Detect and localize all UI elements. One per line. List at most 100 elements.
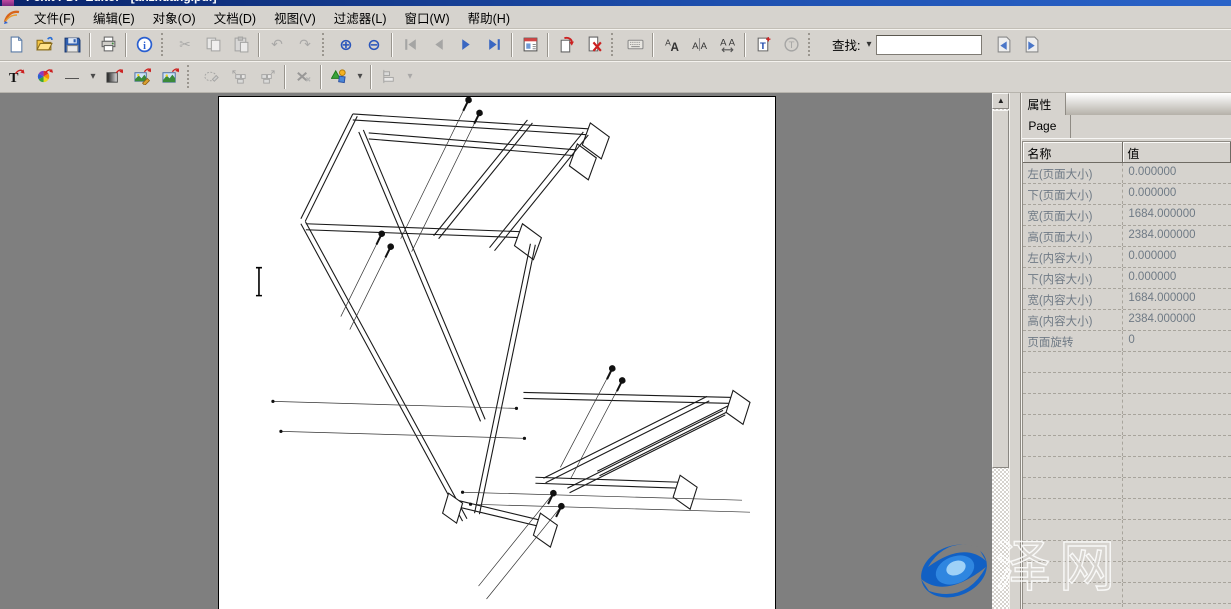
edit-image-tool-button[interactable] [128, 63, 156, 90]
document-canvas[interactable] [0, 93, 992, 609]
zoom-in-icon: ⊕ [339, 35, 352, 55]
find-history-caret-icon[interactable]: ▾ [866, 39, 871, 50]
zoom-out-button[interactable]: ⊖ [360, 31, 388, 58]
line-style-caret-button[interactable]: ▾ [86, 63, 100, 90]
next-page-button[interactable] [452, 31, 480, 58]
property-row[interactable]: 宽(页面大小)1684.000000 [1023, 205, 1231, 226]
redo-button[interactable]: ↷ [291, 31, 319, 58]
last-page-button[interactable] [480, 31, 508, 58]
empty-row [1023, 478, 1231, 499]
text-state-button[interactable]: T [777, 31, 805, 58]
keyboard-button[interactable] [621, 31, 649, 58]
font-button[interactable]: AA [657, 31, 685, 58]
add-text-button[interactable]: T [749, 31, 777, 58]
vertical-scrollbar[interactable]: ▲ [992, 93, 1009, 609]
insert-shapes-button[interactable] [325, 63, 353, 90]
menu-filter[interactable]: 过滤器(L) [325, 6, 396, 29]
delete-object-button[interactable] [289, 63, 317, 90]
property-row[interactable]: 左(内容大小)0.000000 [1023, 247, 1231, 268]
find-next-button[interactable] [1018, 31, 1046, 58]
next-page-icon [458, 36, 475, 53]
find-previous-button[interactable] [990, 31, 1018, 58]
panel-splitter[interactable] [1009, 93, 1021, 609]
text-circle-icon: T [783, 36, 800, 53]
property-row[interactable]: 页面旋转0 [1023, 331, 1231, 352]
bring-forward-button[interactable] [225, 63, 253, 90]
svg-text:A: A [728, 38, 735, 49]
copy-button[interactable] [199, 31, 227, 58]
empty-row [1023, 394, 1231, 415]
menu-help[interactable]: 帮助(H) [459, 6, 519, 29]
previous-page-button[interactable] [424, 31, 452, 58]
menu-edit[interactable]: 编辑(E) [84, 6, 144, 29]
document-menu-icon[interactable] [3, 9, 21, 25]
application-window: { "window": { "title": "Foxit PDF Editor… [0, 0, 1231, 608]
window-titlebar: Foxit PDF Editor - [anzhuang.pdf] [0, 0, 1231, 6]
print-icon [100, 36, 117, 53]
menu-file[interactable]: 文件(F) [25, 6, 84, 29]
new-document-button[interactable] [2, 31, 30, 58]
undo-button[interactable]: ↶ [263, 31, 291, 58]
add-image-tool-button[interactable] [156, 63, 184, 90]
scrollbar-thumb[interactable] [992, 110, 1009, 468]
properties-panel-title: 属性 [1022, 93, 1066, 115]
empty-row [1023, 352, 1231, 373]
paste-button[interactable] [227, 31, 255, 58]
chevron-down-icon: ▾ [90, 71, 95, 82]
text-cursor [256, 268, 262, 296]
tab-page[interactable]: Page [1022, 115, 1071, 138]
empty-row [1023, 541, 1231, 562]
keyboard-icon [627, 36, 644, 53]
toolbar-grip [187, 65, 192, 88]
align-caret-button[interactable]: ▾ [403, 63, 417, 90]
line-icon: — [65, 69, 79, 85]
info-icon: i [136, 36, 153, 53]
svg-text:A: A [670, 41, 679, 53]
pdf-page[interactable] [218, 96, 776, 609]
svg-text:T: T [760, 41, 766, 52]
delete-object-icon [295, 68, 312, 85]
send-backward-button[interactable] [253, 63, 281, 90]
first-page-icon [402, 36, 419, 53]
menu-document[interactable]: 文档(D) [205, 6, 265, 29]
column-header-name: 名称 [1023, 142, 1123, 163]
scroll-up-button[interactable]: ▲ [992, 93, 1009, 109]
edit-shading-tool-button[interactable] [100, 63, 128, 90]
shapes-caret-button[interactable]: ▾ [353, 63, 367, 90]
redo-icon: ↷ [299, 36, 311, 53]
page-layout-icon [522, 36, 539, 53]
line-style-button[interactable]: — [58, 63, 86, 90]
menu-object[interactable]: 对象(O) [144, 6, 205, 29]
word-spacing-button[interactable]: AA [713, 31, 741, 58]
property-row[interactable]: 高(页面大小)2384.000000 [1023, 226, 1231, 247]
about-button[interactable]: i [130, 31, 158, 58]
window-title: Foxit PDF Editor - [anzhuang.pdf] [26, 0, 1231, 4]
first-page-button[interactable] [396, 31, 424, 58]
properties-table: 名称 值 左(页面大小)0.000000 下(页面大小)0.000000 宽(页… [1022, 141, 1231, 609]
menu-view[interactable]: 视图(V) [265, 6, 325, 29]
last-page-icon [486, 36, 503, 53]
property-row[interactable]: 高(内容大小)2384.000000 [1023, 310, 1231, 331]
property-row[interactable]: 左(页面大小)0.000000 [1023, 163, 1231, 184]
align-objects-icon [381, 68, 398, 85]
find-input[interactable] [876, 35, 982, 55]
paste-icon [233, 36, 250, 53]
print-button[interactable] [94, 31, 122, 58]
cut-button[interactable]: ✂ [171, 31, 199, 58]
menu-window[interactable]: 窗口(W) [396, 6, 459, 29]
page-layout-button[interactable] [516, 31, 544, 58]
delete-page-button[interactable] [580, 31, 608, 58]
align-objects-button[interactable] [375, 63, 403, 90]
char-spacing-button[interactable]: AA [685, 31, 713, 58]
property-row[interactable]: 宽(内容大小)1684.000000 [1023, 289, 1231, 310]
property-row[interactable]: 下(页面大小)0.000000 [1023, 184, 1231, 205]
open-file-button[interactable] [30, 31, 58, 58]
property-row[interactable]: 下(内容大小)0.000000 [1023, 268, 1231, 289]
clone-object-button[interactable] [197, 63, 225, 90]
save-button[interactable] [58, 31, 86, 58]
zoom-in-button[interactable]: ⊕ [332, 31, 360, 58]
shapes-icon [331, 68, 348, 85]
edit-color-tool-button[interactable] [30, 63, 58, 90]
rotate-page-button[interactable] [552, 31, 580, 58]
edit-text-tool-button[interactable]: T [2, 63, 30, 90]
